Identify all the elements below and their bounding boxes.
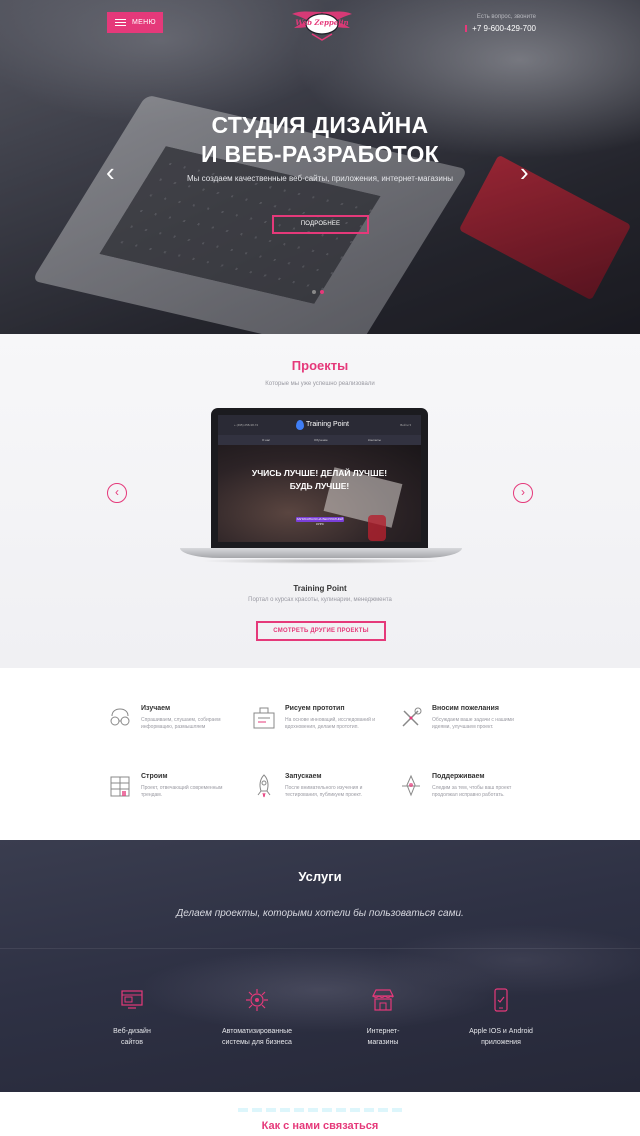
step-title: Строим xyxy=(141,773,168,780)
screen-headline: УЧИСЬ ЛУЧШЕ! ДЕЛАЙ ЛУЧШЕ! БУДЬ ЛУЧШЕ! xyxy=(251,468,388,491)
hero-slider-dots xyxy=(312,290,324,294)
step-description: Спрашиваем, слушаем, собираем информацию… xyxy=(141,717,221,730)
step-title: Вносим пожелания xyxy=(432,705,499,712)
step-description: Следим за тем, чтобы ваш проект продолжа… xyxy=(432,785,512,798)
process-section: Изучаем Спрашиваем, слушаем, собираем ин… xyxy=(0,668,640,840)
hero-title-line2: И ВЕБ-РАЗРАБОТОК xyxy=(201,141,439,167)
contact-title: Как с нами связаться xyxy=(261,1120,379,1132)
web-design-icon xyxy=(121,990,143,1009)
screen-nav-item: Контакты xyxy=(368,438,381,442)
process-step: Вносим пожелания Обсуждаем ваше задачи с… xyxy=(398,705,528,745)
screen-cta: ЗАПИСАТЬСЯ НА БЕСПЛАТНЫЙ КУРС xyxy=(296,517,344,526)
service-item[interactable]: Автоматизированные системы для бизнеса xyxy=(197,986,317,1048)
process-step: Рисуем прототип На основе инноваций, исс… xyxy=(251,705,381,745)
logo[interactable]: Web Zeppeliп xyxy=(290,8,354,42)
logo-text: Web Zeppeliп xyxy=(295,18,349,27)
service-label: Интернет- xyxy=(366,1028,400,1035)
step-title: Запускаем xyxy=(285,773,322,780)
project-description: Портал о курсах красоты, кулинарии, мене… xyxy=(248,597,392,603)
projects-title: Проекты xyxy=(291,358,349,373)
service-label: Веб-дизайн xyxy=(113,1028,151,1035)
step-title: Изучаем xyxy=(141,705,171,712)
step-title: Рисуем прототип xyxy=(285,705,345,712)
hero-title-line1: СТУДИЯ ДИЗАЙНА xyxy=(211,112,429,138)
projects-next-arrow-icon[interactable]: › xyxy=(513,483,533,503)
rocket-icon xyxy=(257,774,271,798)
support-icon xyxy=(402,774,420,797)
header-contact: Есть вопрос, звоните +7 9-600-429-700 xyxy=(465,14,536,33)
screen-brand: Training Point xyxy=(306,421,349,428)
process-step: Изучаем Спрашиваем, слушаем, собираем ин… xyxy=(107,705,237,745)
details-button[interactable]: ПОДРОБНЕЕ xyxy=(272,215,369,234)
service-label: Apple IOS и Android xyxy=(469,1028,533,1035)
service-item[interactable]: Apple IOS и Android приложения xyxy=(441,986,561,1048)
projects-section: Проекты Которые мы уже успешно реализова… xyxy=(0,334,640,668)
screen-nav-item: О нас xyxy=(262,438,270,442)
screen-login: Войти ▾ xyxy=(400,423,411,427)
step-description: На основе инноваций, исследований и вдох… xyxy=(285,717,376,730)
service-item[interactable]: Интернет-магазины xyxy=(323,986,443,1048)
step-description: Проект, отвечающий современным трендам. xyxy=(141,785,223,798)
process-step: Строим Проект, отвечающий современным тр… xyxy=(107,773,237,813)
step-title: Поддерживаем xyxy=(432,773,485,780)
process-step: Поддерживаем Следим за тем, чтобы ваш пр… xyxy=(398,773,528,813)
services-tagline: Делаем проекты, которыми хотели бы польз… xyxy=(176,908,464,919)
building-icon xyxy=(110,776,130,797)
step-description: Обсуждаем ваше задачи с нашими идеями, у… xyxy=(432,717,514,730)
project-name: Training Point xyxy=(293,584,347,593)
tools-icon xyxy=(402,707,422,727)
step-description: После внимательного изучения и тестирова… xyxy=(285,785,363,798)
hamburger-icon xyxy=(115,18,126,27)
project-laptop-mockup: + (495) 258-38-74 Training Point Войти ▾… xyxy=(180,408,462,568)
view-other-projects-button[interactable]: СМОТРЕТЬ ДРУГИЕ ПРОЕКТЫ xyxy=(256,621,386,641)
service-label: Автоматизированные xyxy=(221,1028,293,1035)
automation-icon xyxy=(246,989,268,1011)
hero-prev-arrow-icon[interactable]: ‹ xyxy=(106,159,120,185)
projects-subtitle: Которые мы уже успешно реализовали xyxy=(265,381,375,387)
slider-dot[interactable] xyxy=(312,290,316,294)
prototype-icon xyxy=(253,707,275,729)
mobile-app-icon xyxy=(494,988,508,1012)
hero-subtitle: Мы создаем качественные веб-сайты, прило… xyxy=(187,174,453,183)
training-point-logo-icon xyxy=(296,420,304,430)
store-icon xyxy=(372,989,394,1011)
process-step: Запускаем После внимательного изучения и… xyxy=(251,773,381,813)
slider-dot-active[interactable] xyxy=(320,290,324,294)
hero-section: МЕНЮ Web Zeppeliп Есть вопрос, звоните +… xyxy=(0,0,640,334)
menu-label: МЕНЮ xyxy=(132,19,156,26)
services-title: Услуги xyxy=(298,869,342,884)
hero-next-arrow-icon[interactable]: › xyxy=(520,159,534,185)
screen-phone: + (495) 258-38-74 xyxy=(234,423,259,427)
screen-nav-item: Обучение xyxy=(314,438,328,442)
phone-number[interactable]: +7 9-600-429-700 xyxy=(465,24,536,33)
project-screenshot[interactable]: + (495) 258-38-74 Training Point Войти ▾… xyxy=(218,415,421,542)
projects-prev-arrow-icon[interactable]: ‹ xyxy=(107,483,127,503)
glasses-icon xyxy=(110,708,130,726)
contact-section: Как с нами связаться xyxy=(0,1092,640,1136)
contact-question: Есть вопрос, звоните xyxy=(476,14,536,20)
menu-button[interactable]: МЕНЮ xyxy=(107,12,163,33)
services-section: Услуги Делаем проекты, которыми хотели б… xyxy=(0,840,640,1092)
service-item[interactable]: Веб-дизайн сайтов xyxy=(72,986,192,1048)
hero-title: СТУДИЯ ДИЗАЙНА И ВЕБ-РАЗРАБОТОК xyxy=(0,111,640,169)
screen-photo xyxy=(218,445,421,542)
